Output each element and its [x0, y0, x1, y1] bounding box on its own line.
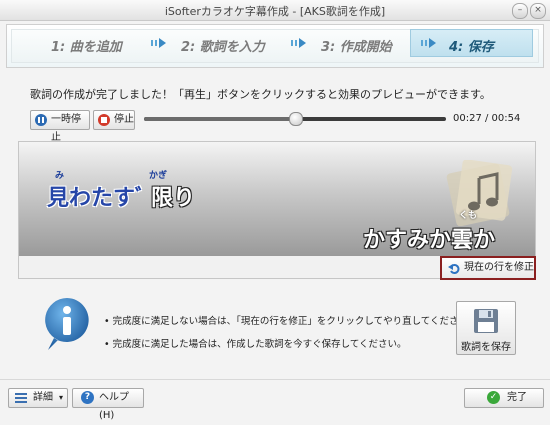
stop-button[interactable]: 停止 [93, 110, 135, 130]
time-readout: 00:27 / 00:54 [453, 113, 521, 124]
undo-arrow-icon [448, 264, 460, 274]
title-bar: iSofterカラオケ字幕作成 - [AKS歌詞を作成] – × [0, 0, 550, 21]
info-line-2-text: 完成度に満足した場合は、作成した歌詞を今すぐ保存してください。 [112, 339, 407, 350]
checkmark-icon: ✓ [487, 391, 500, 404]
step-arrow-icon [291, 38, 307, 48]
slider-thumb[interactable] [289, 112, 303, 126]
fix-current-line-button[interactable]: 現在の行を修正 [440, 256, 536, 280]
lyric-line2: かすみか雲か [363, 228, 496, 253]
step-arrow-icon [151, 38, 167, 48]
music-note-icon [446, 160, 513, 226]
step-arrow-icon [421, 38, 437, 48]
stop-icon [98, 114, 110, 126]
info-icon [45, 298, 89, 350]
close-icon[interactable]: × [530, 3, 546, 19]
info-line-1-text: 完成度に満足しない場合は、「現在の行を修正」をクリックしてやり直してください。 [112, 316, 478, 327]
pause-button[interactable]: 一時停止 [30, 110, 90, 143]
pause-icon [35, 114, 47, 126]
step-1: 1: 曲を追加 [51, 40, 122, 55]
footer-divider [0, 379, 550, 380]
stop-label: 停止 [114, 114, 134, 125]
fix-button-label: 現在の行を修正 [464, 262, 534, 273]
save-button-label: 歌詞を保存 [461, 342, 511, 353]
ruby-kumo: くも [459, 211, 478, 221]
save-lyrics-button[interactable]: 歌詞を保存 [456, 301, 516, 355]
details-button[interactable]: 詳細 ▾ [8, 388, 68, 408]
lyric-line1-unsung: 限り [151, 186, 196, 211]
playback-progress [144, 117, 295, 121]
minimize-icon[interactable]: – [512, 3, 528, 19]
step-2: 2: 歌詞を入力 [181, 40, 265, 55]
karaoke-preview: み かぎ 見わたすﾞ 限り くも かすみか雲か [19, 142, 535, 256]
playback-slider[interactable] [144, 112, 446, 126]
step-4: 4: 保存 [449, 40, 494, 55]
details-label: 詳細 [33, 392, 53, 403]
info-line-1: • 完成度に満足しない場合は、「現在の行を修正」をクリックしてやり直してください… [104, 316, 478, 327]
help-button[interactable]: ? ヘルプ(H) [72, 388, 144, 421]
step-3: 3: 作成開始 [321, 40, 392, 55]
done-button[interactable]: ✓ 完了 [464, 388, 544, 408]
info-line-2: • 完成度に満足した場合は、作成した歌詞を今すぐ保存してください。 [104, 339, 407, 350]
app-window: iSofterカラオケ字幕作成 - [AKS歌詞を作成] – × 1: 曲を追加… [0, 0, 550, 421]
window-title: iSofterカラオケ字幕作成 - [AKS歌詞を作成] [164, 5, 386, 18]
floppy-disk-icon [474, 309, 498, 333]
done-label: 完了 [507, 392, 527, 403]
help-icon: ? [81, 391, 94, 404]
lyric-line1-sung: 見わたすﾞ [47, 186, 147, 211]
completion-message: 歌詞の作成が完了しました！「再生」ボタンをクリックすると効果のプレビューができま… [30, 88, 491, 101]
list-icon [15, 393, 27, 403]
help-label: ヘルプ(H) [99, 392, 129, 421]
step-bar: 1: 曲を追加 2: 歌詞を入力 3: 作成開始 4: 保存 [6, 24, 544, 68]
chevron-down-icon: ▾ [59, 393, 64, 402]
